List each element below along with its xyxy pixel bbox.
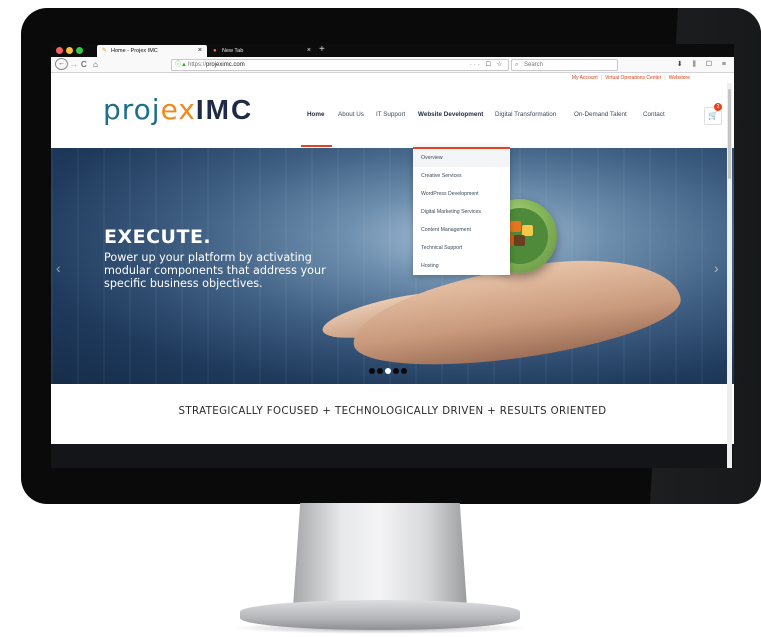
webstore-link[interactable]: Webstore [669, 75, 690, 81]
hero-slider: EXECUTE. Power up your platform by activ… [51, 148, 734, 384]
dropdown-item-content-management[interactable]: Content Management [413, 221, 510, 239]
address-bar[interactable]: ⓘ▲ https://projeximc.com ··· ☐ ☆ [171, 59, 509, 71]
tagline-section: STRATEGICALLY FOCUSED + TECHNOLOGICALLY … [51, 384, 734, 444]
tab-new-tab[interactable]: ● New Tab × [208, 45, 316, 57]
website-development-dropdown: Overview Creative Services WordPress Dev… [413, 147, 510, 275]
monitor-stand [292, 503, 468, 613]
tagline-text: STRATEGICALLY FOCUSED + TECHNOLOGICALLY … [178, 406, 607, 417]
logo-part-imc: IMC [195, 94, 254, 125]
firefox-favicon-icon: ● [213, 48, 217, 54]
url-host: projeximc.com [206, 62, 245, 68]
tab-home-projex[interactable]: ✎ Home - Projex IMC × [97, 45, 207, 57]
forward-button[interactable]: → [70, 59, 78, 70]
tab-title: New Tab [222, 48, 244, 54]
slider-dot-active[interactable] [385, 368, 391, 374]
screen: ✎ Home - Projex IMC × ● New Tab × + ← → … [51, 44, 734, 468]
nav-website-development[interactable]: Website Development [418, 83, 483, 147]
scrollbar-thumb[interactable] [728, 89, 731, 179]
dropdown-item-hosting[interactable]: Hosting [413, 257, 510, 275]
reload-button[interactable]: C [81, 59, 87, 70]
nav-digital-transformation[interactable]: Digital Transformation [495, 83, 556, 147]
url-protocol: https:// [188, 62, 207, 68]
utility-bar: My Account | Virtual Operations Center | Web… [51, 73, 734, 83]
slider-prev-arrow[interactable]: ‹ [56, 260, 61, 276]
dropdown-item-wordpress-development[interactable]: WordPress Development [413, 185, 510, 203]
nav-on-demand-talent[interactable]: On-Demand Talent [574, 83, 627, 147]
home-button[interactable]: ⌂ [93, 59, 98, 70]
url-text: https://projeximc.com [188, 60, 245, 70]
close-tab-icon[interactable]: × [198, 45, 202, 57]
separator: | [664, 75, 666, 81]
dark-section [51, 444, 734, 468]
nav-about-us[interactable]: About Us [338, 83, 364, 147]
site-header: projexIMC Home About Us IT Support Websi… [51, 83, 734, 147]
close-tab-icon[interactable]: × [307, 45, 311, 57]
page-actions[interactable]: ··· ☐ ☆ [470, 60, 504, 70]
dropdown-item-overview[interactable]: Overview [413, 149, 510, 167]
nav-it-support[interactable]: IT Support [376, 83, 405, 147]
separator: | [600, 75, 603, 81]
slider-dot[interactable] [393, 368, 399, 374]
new-tab-button[interactable]: + [319, 44, 325, 56]
nav-home[interactable]: Home [307, 83, 325, 147]
utility-links: My Account | Virtual Operations Center | Web… [572, 73, 690, 83]
projex-favicon-icon: ✎ [102, 48, 108, 54]
search-placeholder: Search [524, 62, 544, 68]
back-button[interactable]: ← [55, 58, 68, 70]
slider-dot[interactable] [377, 368, 383, 374]
slider-dot[interactable] [369, 368, 375, 374]
my-account-link[interactable]: My Account [572, 75, 598, 81]
monitor-base [240, 600, 520, 630]
tab-bar: ✎ Home - Projex IMC × ● New Tab × + [51, 44, 734, 57]
search-input[interactable]: ⌕ Search [511, 59, 618, 71]
projeximc-logo[interactable]: projexIMC [103, 95, 253, 125]
close-window-button[interactable] [56, 47, 63, 54]
minimize-window-button[interactable] [66, 47, 73, 54]
lock-icon: ⓘ▲ [175, 62, 187, 68]
nav-contact[interactable]: Contact [643, 83, 665, 147]
hero-text: Power up your platform by activating mod… [104, 251, 326, 290]
dropdown-item-technical-support[interactable]: Technical Support [413, 239, 510, 257]
cart-count-badge: 2 [714, 103, 722, 111]
slider-next-arrow[interactable]: › [714, 260, 719, 276]
logo-part-ex: ex [160, 93, 196, 126]
logo-part-proj: proj [103, 93, 161, 126]
hero-heading: EXECUTE. [104, 226, 212, 248]
active-menu-underline [301, 145, 332, 147]
slider-dot[interactable] [401, 368, 407, 374]
search-icon: ⌕ [515, 62, 519, 68]
nav-bar: ← → C ⌂ ⓘ▲ https://projeximc.com ··· ☐ ☆… [51, 57, 734, 73]
dropdown-item-creative-services[interactable]: Creative Services [413, 167, 510, 185]
dropdown-item-digital-marketing-services[interactable]: Digital Marketing Services [413, 203, 510, 221]
maximize-window-button[interactable] [76, 47, 83, 54]
virtual-operations-center-link[interactable]: Virtual Operations Center [605, 75, 661, 81]
tab-title: Home - Projex IMC [111, 48, 158, 54]
toolbar-icons[interactable]: ⬇ ⫼ ☐ ≡ [677, 59, 730, 70]
